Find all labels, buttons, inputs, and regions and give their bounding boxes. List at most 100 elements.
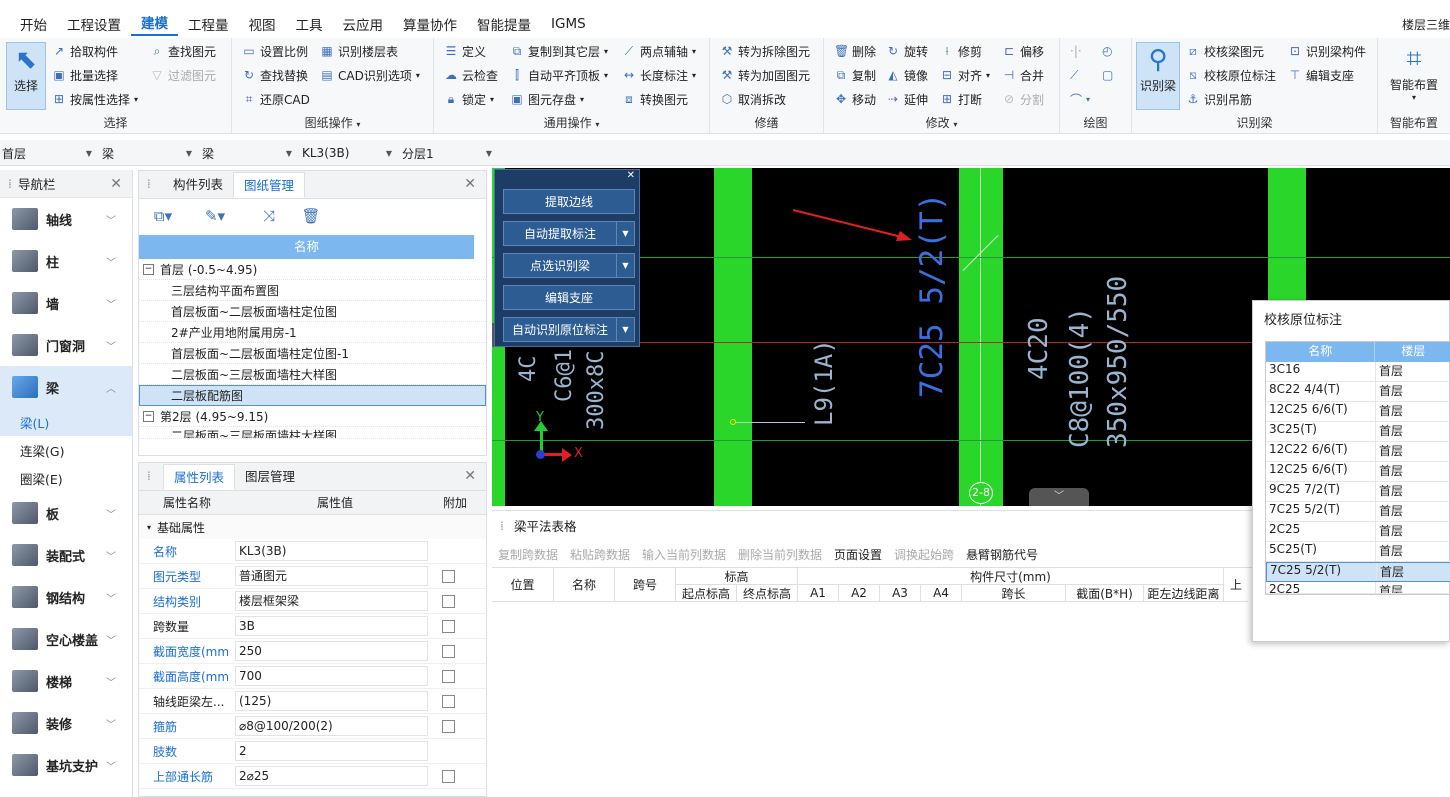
identify-beam-component-button[interactable]: ⊡ 识别梁构件 <box>1288 41 1366 61</box>
convert-element-button[interactable]: ⧈ 转换图元 <box>622 89 688 109</box>
cad-options-button[interactable]: ▤ CAD识别选项 ▾ <box>320 65 420 85</box>
attach-checkbox[interactable] <box>442 619 455 633</box>
arc-draw-icon[interactable]: ⌒ ▾ <box>1070 89 1090 109</box>
move-button[interactable]: ✥ 移动 <box>834 89 876 109</box>
select-button[interactable]: ⬉ 选择 <box>6 42 46 110</box>
nav-sub-beam[interactable]: 梁(L) <box>0 408 132 436</box>
check-row[interactable]: 3C25(T) 首层 <box>1266 422 1450 442</box>
menu-quantity[interactable]: 工程量 <box>178 14 239 34</box>
collapse-handle-icon[interactable]: ﹀ <box>1029 488 1089 506</box>
find-element-button[interactable]: ⌕ 查找图元 <box>150 41 216 61</box>
length-dim-button[interactable]: ↔ 长度标注 ▾ <box>622 65 696 85</box>
beam-label-300[interactable]: 300x8C <box>584 351 609 430</box>
attach-checkbox[interactable] <box>442 644 455 658</box>
edit-support-button[interactable]: ⊤ 编辑支座 <box>1288 65 1354 85</box>
identify-hanger-button[interactable]: ⚓︎ 识别吊筋 <box>1186 89 1252 109</box>
check-row[interactable]: 5C25(T) 首层 <box>1266 542 1450 562</box>
check-in-situ-label-button[interactable]: ⧅ 校核原位标注 <box>1186 65 1276 85</box>
pin-icon[interactable]: ⁞ <box>8 176 12 191</box>
cloud-check-button[interactable]: ☁ 云检查 <box>444 65 498 85</box>
tab-drawing-manage[interactable]: 图纸管理 <box>233 172 306 198</box>
circle-draw-icon[interactable]: ◴ <box>1102 41 1112 61</box>
copy-to-other-floor-button[interactable]: ⧉ 复制到其它层 ▾ <box>510 41 608 61</box>
nav-item-hollow-floor[interactable]: 空心楼盖 ﹀ <box>0 618 132 660</box>
set-scale-button[interactable]: ▭ 设置比例 <box>242 41 308 61</box>
split-drawing-icon[interactable]: ⤨ <box>257 207 281 227</box>
pin-icon[interactable]: ⁞ <box>147 177 151 191</box>
offset-button[interactable]: ⊏ 偏移 <box>1002 41 1044 61</box>
dropdown-icon[interactable]: ▼ <box>616 222 634 245</box>
delete-column-data-button[interactable]: 删除当前列数据 <box>738 546 822 563</box>
to-reinforce-button[interactable]: ⚒ 转为加固图元 <box>720 65 810 85</box>
input-column-data-button[interactable]: 输入当前列数据 <box>642 546 726 563</box>
pin-icon[interactable]: ⁞ <box>500 518 504 533</box>
nav-item-steel[interactable]: 钢结构 ﹀ <box>0 576 132 618</box>
attach-checkbox[interactable] <box>442 719 455 733</box>
filter-element-button[interactable]: ▽ 过滤图元 <box>150 65 216 85</box>
smart-layout-button[interactable]: ⌗ 智能布置 ▾ <box>1382 42 1446 110</box>
nav-item-door-window[interactable]: 门窗洞 ﹀ <box>0 324 132 366</box>
collapse-icon[interactable]: − <box>143 263 154 275</box>
check-beam-element-button[interactable]: ⧄ 校核梁图元 <box>1186 41 1264 61</box>
define-button[interactable]: ☰ 定义 <box>444 41 486 61</box>
beam-label-4c20[interactable]: 4C20 <box>1024 317 1054 380</box>
check-row[interactable]: 3C16 首层 <box>1266 362 1450 382</box>
attach-checkbox[interactable] <box>442 569 455 583</box>
align-button[interactable]: ⊟ 对齐 ▾ <box>940 65 990 85</box>
modify-group-title[interactable]: 修改 ▾ <box>824 114 1059 131</box>
nav-sub-ring-beam[interactable]: 圈梁(E) <box>0 464 132 492</box>
cantilever-code-button[interactable]: 悬臂钢筋代号 <box>966 546 1038 563</box>
check-row[interactable]: 12C25 6/6(T) 首层 <box>1266 402 1450 422</box>
select-by-attr-button[interactable]: ⊞ 按属性选择 ▾ <box>52 89 138 109</box>
component-type-select[interactable]: 梁 ▼ <box>100 143 196 163</box>
tree-item[interactable]: 二层板面~三层板面墙柱大样图 <box>139 427 486 439</box>
menu-collab[interactable]: 算量协作 <box>393 14 467 34</box>
check-row-selected[interactable]: 7C25 5/2(T) 首层 <box>1266 562 1450 582</box>
delete-button[interactable]: 🗑︎ 删除 <box>834 41 876 61</box>
pick-component-button[interactable]: ↗ 拾取构件 <box>52 41 118 61</box>
beam-label-section[interactable]: 350x950/550 <box>1103 276 1133 448</box>
pin-icon[interactable]: ⁞ <box>147 469 151 483</box>
tree-floor-2[interactable]: − 第2层 (4.95~9.15) <box>139 406 486 427</box>
auto-extract-label-button[interactable]: 自动提取标注 ▼ <box>503 221 635 246</box>
line-draw-icon[interactable]: ⟋ <box>1070 65 1078 85</box>
auto-identify-in-situ-button[interactable]: 自动识别原位标注 ▼ <box>503 317 635 342</box>
nav-sub-link-beam[interactable]: 连梁(G) <box>0 436 132 464</box>
menu-view[interactable]: 视图 <box>239 14 286 34</box>
check-row[interactable]: 9C25 7/2(T) 首层 <box>1266 482 1450 502</box>
menu-smart-extract[interactable]: 智能提量 <box>467 14 541 34</box>
paste-span-data-button[interactable]: 粘贴跨数据 <box>570 546 630 563</box>
menu-tools[interactable]: 工具 <box>286 14 333 34</box>
add-drawing-icon[interactable]: ⧉▾ <box>151 207 175 227</box>
lock-button[interactable]: 🔒︎ 锁定 ▾ <box>444 89 494 109</box>
batch-select-button[interactable]: ▣ 批量选择 <box>52 65 118 85</box>
nav-item-beam[interactable]: 梁 ︿ <box>0 366 132 408</box>
menu-modeling[interactable]: 建模 <box>131 12 178 36</box>
menu-igms[interactable]: IGMS <box>541 16 596 32</box>
page-setup-button[interactable]: 页面设置 <box>834 546 882 563</box>
nav-item-axis[interactable]: 轴线 ﹀ <box>0 198 132 240</box>
attach-checkbox[interactable] <box>442 694 455 708</box>
tab-property-list[interactable]: 属性列表 <box>163 464 236 490</box>
tree-item[interactable]: 首层板面~二层板面墙柱定位图-1 <box>139 343 486 364</box>
edit-drawing-icon[interactable]: ✎▾ <box>203 207 227 227</box>
tree-item[interactable]: 二层板面~三层板面墙柱大样图 <box>139 364 486 385</box>
extract-edge-button[interactable]: 提取边线 <box>503 189 635 214</box>
dropdown-icon[interactable]: ▼ <box>616 254 634 277</box>
copy-button[interactable]: ⧉ 复制 <box>834 65 876 85</box>
tree-floor-1[interactable]: − 首层 (-0.5~4.95) <box>139 259 486 280</box>
menu-project-settings[interactable]: 工程设置 <box>57 14 131 34</box>
merge-button[interactable]: ⊣ 合并 <box>1002 65 1044 85</box>
check-row[interactable]: 8C22 4/4(T) 首层 <box>1266 382 1450 402</box>
split-button[interactable]: ⊘ 分割 <box>1002 89 1044 109</box>
cancel-modify-button[interactable]: ⬡ 取消拆改 <box>720 89 786 109</box>
nav-item-slab[interactable]: 板 ﹀ <box>0 492 132 534</box>
check-row[interactable]: 12C22 6/6(T) 首层 <box>1266 442 1450 462</box>
attach-checkbox[interactable] <box>442 669 455 683</box>
copy-span-data-button[interactable]: 复制跨数据 <box>498 546 558 563</box>
nav-item-prefab[interactable]: 装配式 ﹀ <box>0 534 132 576</box>
dropdown-icon[interactable]: ▼ <box>616 318 634 341</box>
check-row[interactable]: 7C25 5/2(T) 首层 <box>1266 502 1450 522</box>
extend-button[interactable]: ⇢ 延伸 <box>886 89 928 109</box>
nav-item-decoration[interactable]: 装修 ﹀ <box>0 702 132 744</box>
